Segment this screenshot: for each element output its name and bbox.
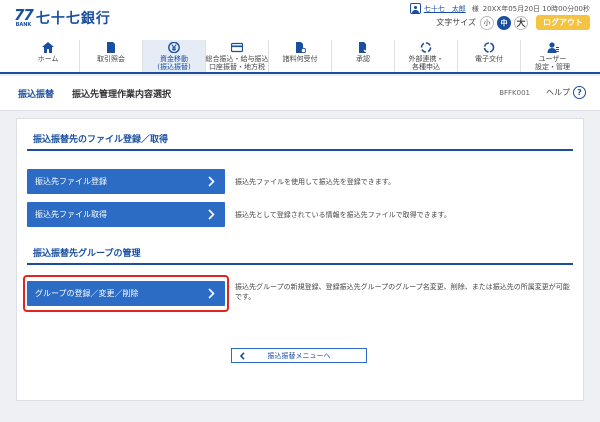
font-size-large-button[interactable]: 大 xyxy=(514,15,528,30)
user-name-link[interactable]: 七十七 太郎 xyxy=(424,4,466,14)
bank-logo: 77 BANK 七十七銀行 xyxy=(14,8,111,30)
nav-bulk-transfer[interactable]: 総合振込・給与振込 口座振替・地方税 xyxy=(206,40,269,72)
payee-file-register-button[interactable]: 振込先ファイル登録 xyxy=(27,169,225,194)
refresh-icon xyxy=(483,42,495,53)
button-label: 振込先ファイル登録 xyxy=(35,177,107,186)
nav-label-sub: 口座振替・地方税 xyxy=(209,63,265,71)
nav-e-delivery[interactable]: 電子交付 xyxy=(458,40,521,72)
font-size-medium-button[interactable]: 中 xyxy=(497,15,511,30)
nav-label: ユーザー xyxy=(538,55,567,63)
user-info: 七十七 太郎 様 20XX年05月20日 10時00分00秒 xyxy=(409,3,590,14)
nav-label-sub: (振込振替) xyxy=(157,63,191,71)
group-manage-desc: 振込先グループの新規登録、登録振込先グループのグループ名変更、削除、または振込先… xyxy=(235,283,570,301)
logo-number: 77 xyxy=(14,6,34,24)
nav-approval[interactable]: 承認 xyxy=(332,40,395,72)
help-link[interactable]: ヘルプ ? xyxy=(546,86,586,99)
group-manage-button[interactable]: グループの登録／変更／削除 xyxy=(27,281,225,306)
chevron-right-icon xyxy=(208,209,215,220)
nav-label: 総合振込・給与振込 xyxy=(205,55,269,63)
logo-name: 七十七銀行 xyxy=(35,11,111,27)
link-icon xyxy=(420,42,432,53)
user-honorific: 様 xyxy=(471,4,479,13)
nav-label: 取引照会 xyxy=(97,55,125,63)
button-label: グループの登録／変更／削除 xyxy=(35,289,139,298)
back-to-transfer-menu-button[interactable]: 振込振替メニューへ xyxy=(231,348,367,363)
card-icon xyxy=(231,42,243,53)
logo-bank-text: BANK xyxy=(15,22,32,28)
screen-id: BFFK001 xyxy=(499,89,530,97)
page-category: 振込振替 xyxy=(18,89,55,100)
nav-label: 外部連携・ xyxy=(408,55,444,63)
button-label: 振込先ファイル取得 xyxy=(35,210,107,219)
nav-requests[interactable]: 諸料何受付 xyxy=(269,40,332,72)
user-settings-icon xyxy=(547,42,559,53)
font-size-label: 文字サイズ xyxy=(436,18,476,27)
payee-file-acquire-desc: 振込先として登録されている情報を振込先ファイルで取得できます。 xyxy=(235,211,451,219)
nav-transfer[interactable]: 資金移動 (振込振替) xyxy=(143,40,206,72)
login-datetime: 20XX年05月20日 10時00分00秒 xyxy=(482,4,590,13)
nav-label: ホーム xyxy=(37,55,59,63)
nav-label: 資金移動 xyxy=(160,55,188,63)
nav-inquiry[interactable]: 取引照会 xyxy=(80,40,143,72)
section-title-group: 振込振替先グループの管理 xyxy=(27,247,573,265)
nav-home[interactable]: ホーム xyxy=(17,40,80,72)
nav-label-sub: 各種申込 xyxy=(412,63,440,71)
nav-label: 諸料何受付 xyxy=(282,55,318,63)
help-label: ヘルプ xyxy=(546,88,570,97)
section-title-file: 振込振替先のファイル登録／取得 xyxy=(27,133,573,151)
main-card: 振込振替先のファイル登録／取得 振込先ファイル登録 振込先ファイルを使用して振込… xyxy=(16,118,584,401)
chevron-left-icon xyxy=(239,352,245,360)
help-icon: ? xyxy=(573,86,586,99)
nav-user-settings[interactable]: ユーザー 設定・管理 xyxy=(521,40,584,72)
nav-label: 承認 xyxy=(356,55,370,63)
nav-label: 電子交付 xyxy=(475,55,503,63)
approve-icon xyxy=(357,42,369,53)
font-size-selector: 文字サイズ 小 中 大 ログアウト xyxy=(436,15,590,30)
page-header: 振込振替 振込先管理作業内容選択 BFFK001 ヘルプ ? xyxy=(0,76,600,111)
global-nav: ホーム 取引照会 資金移動 (振込振替) 総合振込・給与振込 口座振替・地方税 … xyxy=(0,40,600,74)
nav-external[interactable]: 外部連携・ 各種申込 xyxy=(395,40,458,72)
page-title: 振込先管理作業内容選択 xyxy=(72,89,172,100)
font-size-small-button[interactable]: 小 xyxy=(480,15,494,30)
button-label: 振込振替メニューへ xyxy=(267,351,331,360)
chevron-right-icon xyxy=(208,176,215,187)
document-icon xyxy=(105,42,117,53)
payee-file-acquire-button[interactable]: 振込先ファイル取得 xyxy=(27,202,225,227)
header: 77 BANK 七十七銀行 七十七 太郎 様 20XX年05月20日 10時00… xyxy=(0,0,600,40)
home-icon xyxy=(42,42,54,53)
yen-icon xyxy=(168,42,180,53)
user-icon xyxy=(409,3,421,14)
logo-mark: 77 BANK xyxy=(14,6,34,29)
document-user-icon xyxy=(294,42,306,53)
chevron-right-icon xyxy=(208,288,215,299)
payee-file-register-desc: 振込先ファイルを使用して振込先を登録できます。 xyxy=(235,178,396,186)
logout-button[interactable]: ログアウト xyxy=(536,15,590,30)
nav-label-sub: 設定・管理 xyxy=(535,63,570,71)
